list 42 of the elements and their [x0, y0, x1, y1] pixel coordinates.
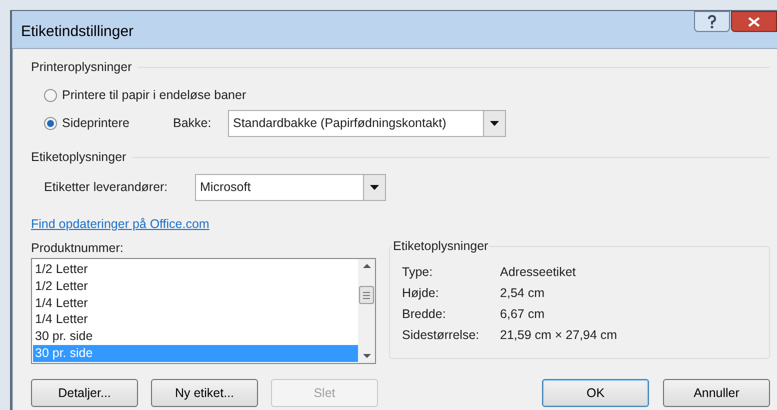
dialog-button[interactable]: OK	[542, 379, 649, 407]
group-heading: Etiketoplysninger	[31, 148, 126, 166]
radio-label[interactable]: Printere til papir i endeløse baner	[62, 86, 246, 104]
updates-link[interactable]: Find opdateringer på Office.com	[31, 217, 210, 231]
list-item[interactable]: 1/2 Letter	[33, 261, 358, 278]
detail-value: 6,67 cm	[500, 306, 544, 323]
window-title: Etiketindstillinger	[21, 22, 134, 42]
radio-label[interactable]: Sideprintere	[62, 114, 173, 132]
detail-value: 2,54 cm	[500, 284, 544, 302]
detail-label: Højde:	[402, 284, 440, 302]
close-button[interactable]	[731, 11, 777, 32]
dialog-button[interactable]: Annuller	[663, 379, 770, 407]
list-item[interactable]: 1/4 Letter	[33, 294, 358, 312]
detail-label: Bredde:	[402, 306, 447, 323]
scroll-thumb[interactable]	[359, 286, 374, 304]
detail-label: Sidestørrelse:	[402, 326, 480, 344]
list-item[interactable]: 30 pr. side	[33, 328, 358, 345]
radio-button[interactable]	[44, 116, 57, 130]
radio-button[interactable]	[44, 88, 57, 102]
vendor-label: Etiketter leverandører:	[44, 179, 169, 196]
scrollbar[interactable]	[358, 259, 376, 363]
help-button[interactable]	[694, 11, 730, 32]
group-heading: Printeroplysninger	[31, 58, 132, 76]
tray-label: Bakke:	[173, 114, 212, 132]
dialog-button[interactable]: Ny etiket...	[151, 379, 258, 407]
dropdown-arrow-icon	[370, 185, 379, 190]
help-icon	[707, 14, 717, 28]
list-item[interactable]: 1/4 Letter	[33, 311, 358, 328]
vendor-dropdown[interactable]: Microsoft	[195, 174, 386, 201]
tray-dropdown[interactable]: Standardbakke (Papirfødningskontakt)	[228, 110, 506, 136]
scroll-up-icon	[362, 264, 371, 268]
scroll-down-icon	[362, 354, 371, 358]
dialog-button[interactable]: Detaljer...	[31, 379, 138, 407]
product-listbox[interactable]: 1/2 Letter 1/2 Letter 1/4 Letter 1/4 Letter 30 pr. side 30 pr. side	[31, 258, 376, 364]
close-icon	[748, 16, 760, 26]
detail-label: Type:	[402, 264, 434, 281]
detail-value: Adresseetiket	[500, 264, 576, 281]
group-heading: Etiketoplysninger	[392, 238, 490, 255]
list-item[interactable]: 1/2 Letter	[33, 278, 358, 295]
dropdown-arrow-icon	[490, 120, 499, 126]
detail-value: 21,59 cm × 27,94 cm	[500, 326, 618, 344]
product-number-label: Produktnummer:	[31, 241, 124, 255]
